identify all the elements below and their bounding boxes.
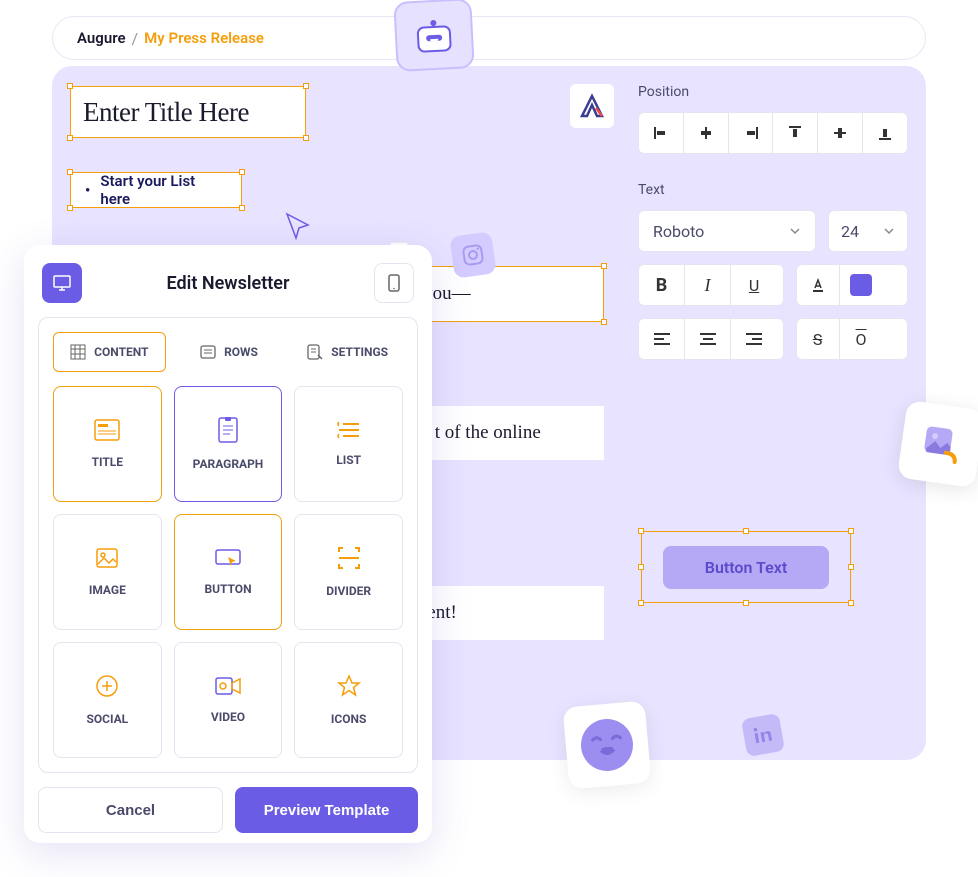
breadcrumb-sep: / [132,29,139,48]
breadcrumb: Augure / My Press Release [52,16,926,60]
content-item-icons[interactable]: ICONS [294,642,403,758]
cancel-button[interactable]: Cancel [38,787,223,833]
font-size-select[interactable]: 24 [828,210,908,252]
align-center-v-button[interactable] [818,113,863,153]
image-card-icon [897,400,978,488]
text-label: Text [638,182,908,198]
tab-settings[interactable]: SETTINGS [292,332,403,372]
divider-icon [337,546,361,570]
position-label: Position [638,84,908,100]
align-right-button[interactable] [729,113,774,153]
align-center-h-button[interactable] [684,113,729,153]
overline-button[interactable]: O [840,319,883,359]
preview-button-element[interactable]: Button Text [663,546,829,589]
cursor-icon [284,211,314,241]
list-input[interactable]: • Start your List here [70,172,242,208]
preview-template-button[interactable]: Preview Template [235,787,418,833]
social-icon [95,674,119,698]
color-swatch [850,274,872,296]
video-icon [214,676,242,696]
breadcrumb-app[interactable]: Augure [77,29,126,47]
robot-icon [393,0,475,72]
align-top-button[interactable] [773,113,818,153]
instagram-icon [449,231,496,278]
underline-button[interactable]: U [731,265,777,305]
align-bottom-button[interactable] [863,113,907,153]
chevron-down-icon [789,225,801,237]
bold-button[interactable]: B [639,265,685,305]
content-item-social[interactable]: SOCIAL [53,642,162,758]
grid-icon [70,344,86,360]
panel-title: Edit Newsletter [82,273,374,294]
mobile-view-button[interactable] [374,263,414,303]
alignment-row [638,112,908,154]
paragraph-icon [217,417,239,443]
newsletter-panel: Edit Newsletter CONTENT ROWS SETTINGS TI… [24,245,432,843]
breadcrumb-page[interactable]: My Press Release [144,29,264,47]
brand-logo [570,84,614,128]
content-item-video[interactable]: VIDEO [174,642,283,758]
font-select[interactable]: Roboto [638,210,816,252]
text-align-center-button[interactable] [685,319,731,359]
title-placeholder: Enter Title Here [83,97,249,128]
tab-content[interactable]: CONTENT [53,332,166,372]
button-preview-box[interactable]: Button Text [641,531,851,603]
star-icon [337,674,361,698]
list-placeholder: Start your List here [100,172,227,208]
strikethrough-button[interactable]: S [797,319,840,359]
smiley-icon [563,701,652,790]
italic-button[interactable]: I [685,265,731,305]
list-bullet-icon: • [85,181,90,199]
text-align-left-button[interactable] [639,319,685,359]
align-left-button[interactable] [639,113,684,153]
title-icon [94,419,120,441]
content-item-paragraph[interactable]: PARAGRAPH [174,386,283,502]
content-item-image[interactable]: IMAGE [53,514,162,630]
linkedin-icon [741,713,785,757]
content-item-list[interactable]: LIST [294,386,403,502]
text-color-button[interactable] [797,265,840,305]
list-icon [337,421,361,439]
rows-icon [200,345,216,359]
content-item-divider[interactable]: DIVIDER [294,514,403,630]
inspector-panel: Position Text Roboto 24 B I U [638,84,908,742]
text-align-right-button[interactable] [731,319,777,359]
image-icon [95,547,119,569]
desktop-view-button[interactable] [42,263,82,303]
content-item-button[interactable]: BUTTON [174,514,283,630]
chevron-down-icon [883,225,895,237]
content-item-title[interactable]: TITLE [53,386,162,502]
title-input[interactable]: Enter Title Here [70,86,306,138]
button-icon [214,548,242,568]
tab-rows[interactable]: ROWS [174,332,285,372]
settings-icon [307,344,323,360]
fill-color-button[interactable] [840,265,883,305]
